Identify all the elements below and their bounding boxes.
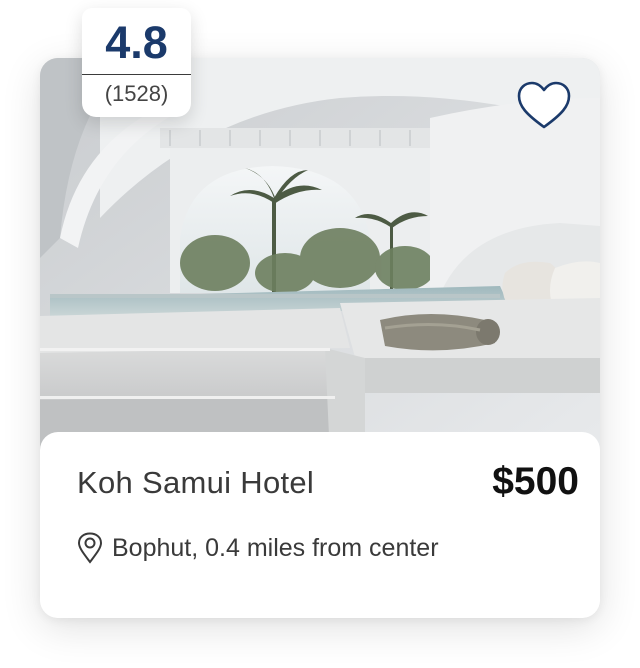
- hotel-price: $500: [492, 460, 579, 503]
- rating-divider: [82, 74, 191, 75]
- location-text: Bophut, 0.4 miles from center: [112, 533, 439, 562]
- map-pin-icon: [77, 532, 103, 564]
- favorite-button[interactable]: [516, 80, 572, 132]
- hotel-name[interactable]: Koh Samui Hotel: [77, 465, 314, 501]
- rating-badge: 4.8 (1528): [82, 8, 191, 117]
- listing-info-panel: Koh Samui Hotel $500 Bophut, 0.4 miles f…: [40, 432, 600, 618]
- hotel-card[interactable]: Koh Samui Hotel $500 Bophut, 0.4 miles f…: [40, 58, 600, 618]
- heart-icon: [517, 81, 571, 129]
- review-count: (1528): [104, 81, 169, 106]
- location-row: Bophut, 0.4 miles from center: [76, 532, 439, 564]
- rating-score: 4.8: [105, 17, 168, 68]
